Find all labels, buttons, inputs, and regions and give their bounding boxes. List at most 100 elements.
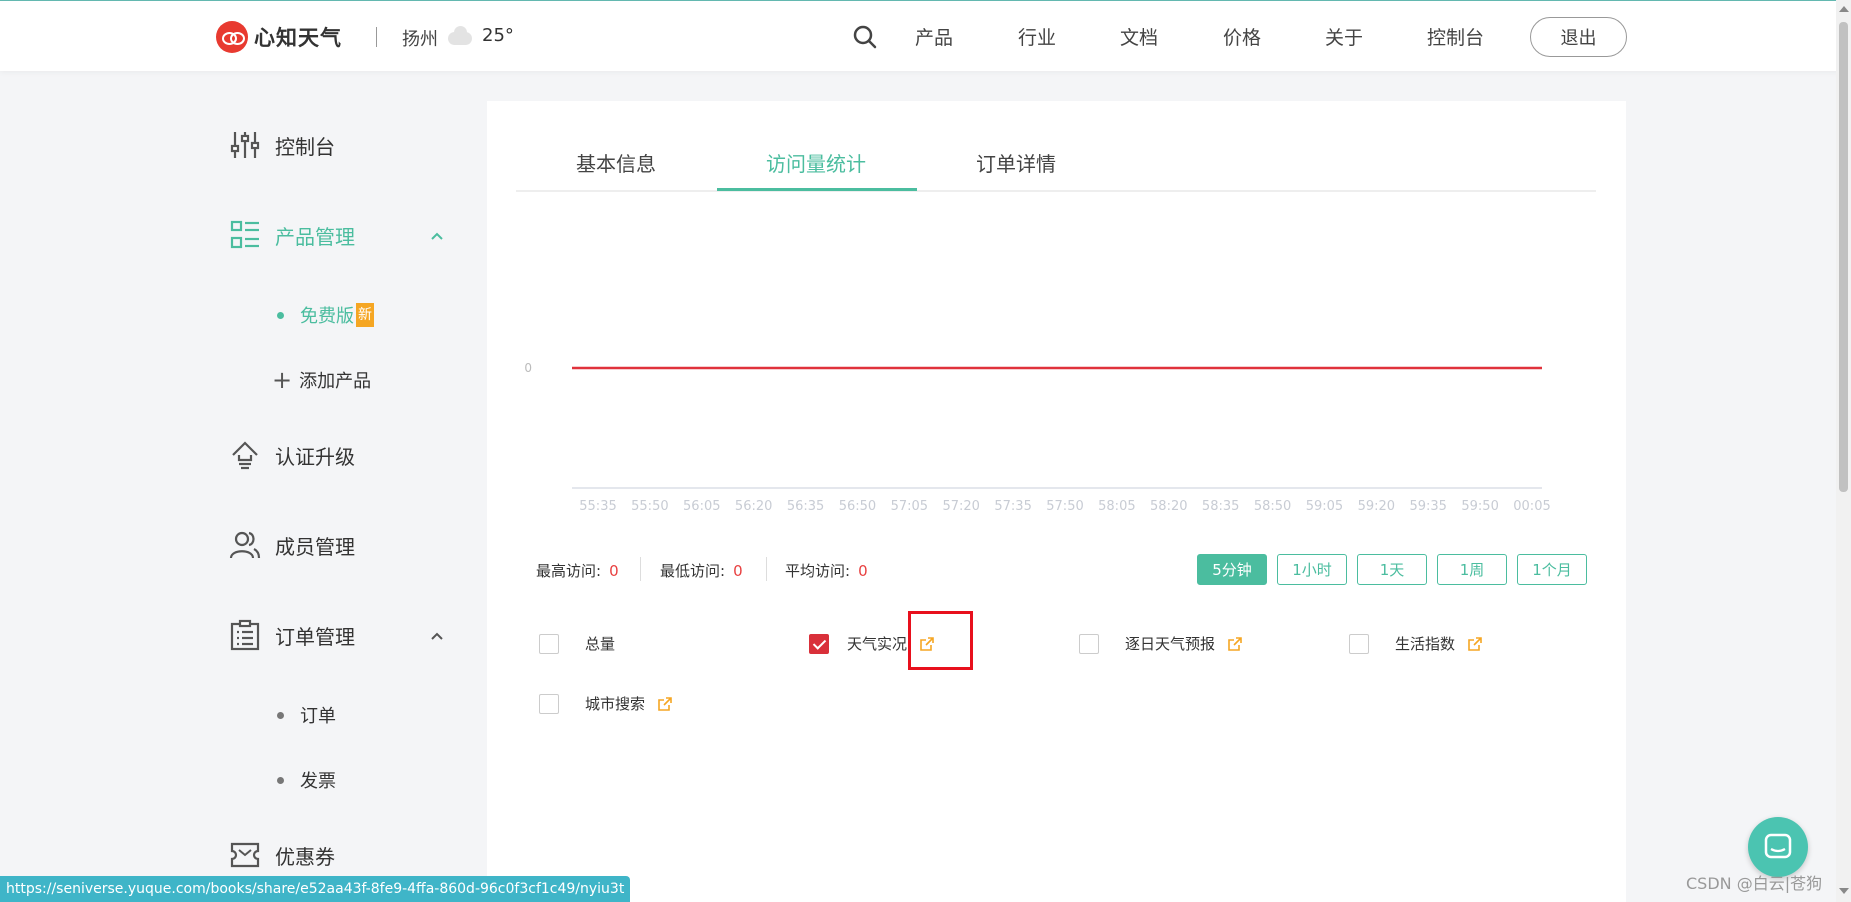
chat-bubble-icon (1764, 833, 1792, 859)
x-tick-label: 56:50 (839, 499, 876, 514)
annotation-highlight-box (908, 611, 973, 670)
bullet-dot (277, 311, 284, 319)
sidebar-item-dashboard[interactable]: 控制台 (229, 129, 335, 161)
tab-traffic-stats[interactable]: 访问量统计 (766, 148, 866, 177)
stat-avg-label: 平均访问: (785, 562, 851, 580)
sidebar-sublabel: 发票 (300, 771, 336, 792)
clipboard-list-icon (230, 619, 260, 651)
brand-name: 心知天气 (254, 26, 342, 50)
checkbox[interactable] (539, 693, 559, 714)
sidebar-item-upgrade[interactable]: 认证升级 (229, 439, 355, 471)
tab-order-details[interactable]: 订单详情 (976, 148, 1056, 177)
sidebar-sublabel: 添加产品 (299, 371, 372, 392)
x-tick-label: 55:50 (631, 499, 668, 514)
x-tick-label: 55:35 (579, 499, 616, 514)
range-1hour-button[interactable]: 1小时 (1277, 554, 1347, 585)
tab-bar: 基本信息 访问量统计 订单详情 (516, 140, 1596, 192)
bullet-dot (277, 711, 284, 719)
brand-logo[interactable]: 心知天气 (216, 21, 342, 53)
bullet-dot (277, 776, 284, 784)
range-1month-button[interactable]: 1个月 (1517, 554, 1587, 585)
x-tick-label: 00:05 (1513, 499, 1550, 514)
x-tick-label: 57:50 (1046, 499, 1083, 514)
ticket-icon (230, 842, 260, 868)
external-link-icon[interactable] (657, 696, 673, 712)
sidebar-sublabel: 订单 (300, 706, 336, 727)
sidebar-subitem-add-product[interactable]: + 添加产品 (272, 367, 371, 393)
sidebar-label: 订单管理 (275, 624, 355, 649)
sidebar-label: 认证升级 (275, 444, 355, 469)
sidebar-item-order-management[interactable]: 订单管理 (229, 619, 355, 651)
nav-about[interactable]: 关于 (1325, 23, 1363, 50)
api-label: 城市搜索 (585, 695, 646, 713)
scrollbar-thumb[interactable] (1839, 22, 1848, 492)
x-tick-label: 56:35 (787, 499, 824, 514)
checkbox-checked[interactable] (809, 633, 829, 654)
api-label: 总量 (585, 635, 616, 653)
logout-button[interactable]: 退出 (1530, 17, 1627, 57)
sidebar-subitem-free-plan[interactable]: 免费版 新 (277, 302, 374, 328)
api-option-city-search: 城市搜索 (539, 693, 673, 714)
range-1week-button[interactable]: 1周 (1437, 554, 1507, 585)
stat-divider (640, 557, 641, 581)
sidebar-item-coupons[interactable]: 优惠券 (229, 839, 335, 871)
x-tick-label: 57:05 (891, 499, 928, 514)
range-1day-button[interactable]: 1天 (1357, 554, 1427, 585)
nav-products[interactable]: 产品 (915, 23, 953, 50)
checkbox[interactable] (1079, 633, 1099, 654)
checkbox[interactable] (1349, 633, 1369, 654)
api-label: 生活指数 (1395, 635, 1456, 653)
range-5min-button[interactable]: 5分钟 (1197, 554, 1267, 585)
stat-avg: 平均访问: 0 (785, 560, 868, 581)
watermark: CSDN @白云|苍狗 (1686, 874, 1823, 893)
scrollbar[interactable] (1836, 0, 1851, 902)
sidebar-label: 控制台 (275, 134, 335, 159)
x-tick-label: 59:35 (1409, 499, 1446, 514)
temperature: 25° (482, 25, 514, 46)
sidebar-item-members[interactable]: 成员管理 (229, 529, 355, 561)
api-option-daily-forecast: 逐日天气预报 (1079, 633, 1243, 654)
stat-min-label: 最低访问: (660, 562, 726, 580)
sidebar-subitem-invoice[interactable]: 发票 (277, 767, 336, 793)
users-icon (229, 531, 261, 559)
scroll-down-arrow[interactable] (1839, 888, 1849, 894)
plus-icon: + (272, 366, 293, 394)
chevron-up-icon[interactable] (430, 629, 444, 643)
x-tick-label: 58:35 (1202, 499, 1239, 514)
x-tick-label: 57:35 (994, 499, 1031, 514)
cloudy-weather-icon (448, 26, 472, 45)
api-label: 逐日天气预报 (1125, 635, 1216, 653)
sliders-icon (230, 132, 260, 158)
logo-icon (216, 21, 248, 53)
stat-max: 最高访问: 0 (536, 560, 619, 581)
nav-docs[interactable]: 文档 (1120, 23, 1158, 50)
stat-avg-value: 0 (858, 562, 868, 580)
stat-divider (766, 557, 767, 581)
sidebar-sublabel: 免费版 (300, 306, 354, 327)
new-badge: 新 (356, 303, 374, 327)
x-tick-label: 59:05 (1306, 499, 1343, 514)
search-icon[interactable] (853, 25, 877, 49)
stat-max-label: 最高访问: (536, 562, 602, 580)
external-link-icon[interactable] (1467, 636, 1483, 652)
scroll-up-arrow[interactable] (1839, 6, 1849, 12)
sidebar-label: 优惠券 (275, 844, 335, 869)
sidebar-item-product-management[interactable]: 产品管理 (229, 219, 355, 251)
nav-console[interactable]: 控制台 (1427, 23, 1484, 50)
list-grid-icon (230, 220, 259, 249)
chat-support-button[interactable] (1748, 817, 1808, 877)
api-option-life-index: 生活指数 (1349, 633, 1483, 654)
x-tick-label: 59:20 (1358, 499, 1395, 514)
external-link-icon[interactable] (1227, 636, 1243, 652)
chevron-up-icon[interactable] (430, 229, 444, 243)
city-label[interactable]: 扬州 (402, 25, 438, 51)
active-tab-indicator (717, 188, 917, 191)
sidebar-label: 产品管理 (275, 224, 355, 249)
checkbox[interactable] (539, 633, 559, 654)
nav-pricing[interactable]: 价格 (1223, 23, 1261, 50)
tab-basic-info[interactable]: 基本信息 (576, 148, 656, 177)
nav-industry[interactable]: 行业 (1018, 23, 1056, 50)
api-label: 天气实况 (847, 635, 908, 653)
stat-min-value: 0 (733, 562, 743, 580)
sidebar-subitem-orders[interactable]: 订单 (277, 702, 336, 728)
